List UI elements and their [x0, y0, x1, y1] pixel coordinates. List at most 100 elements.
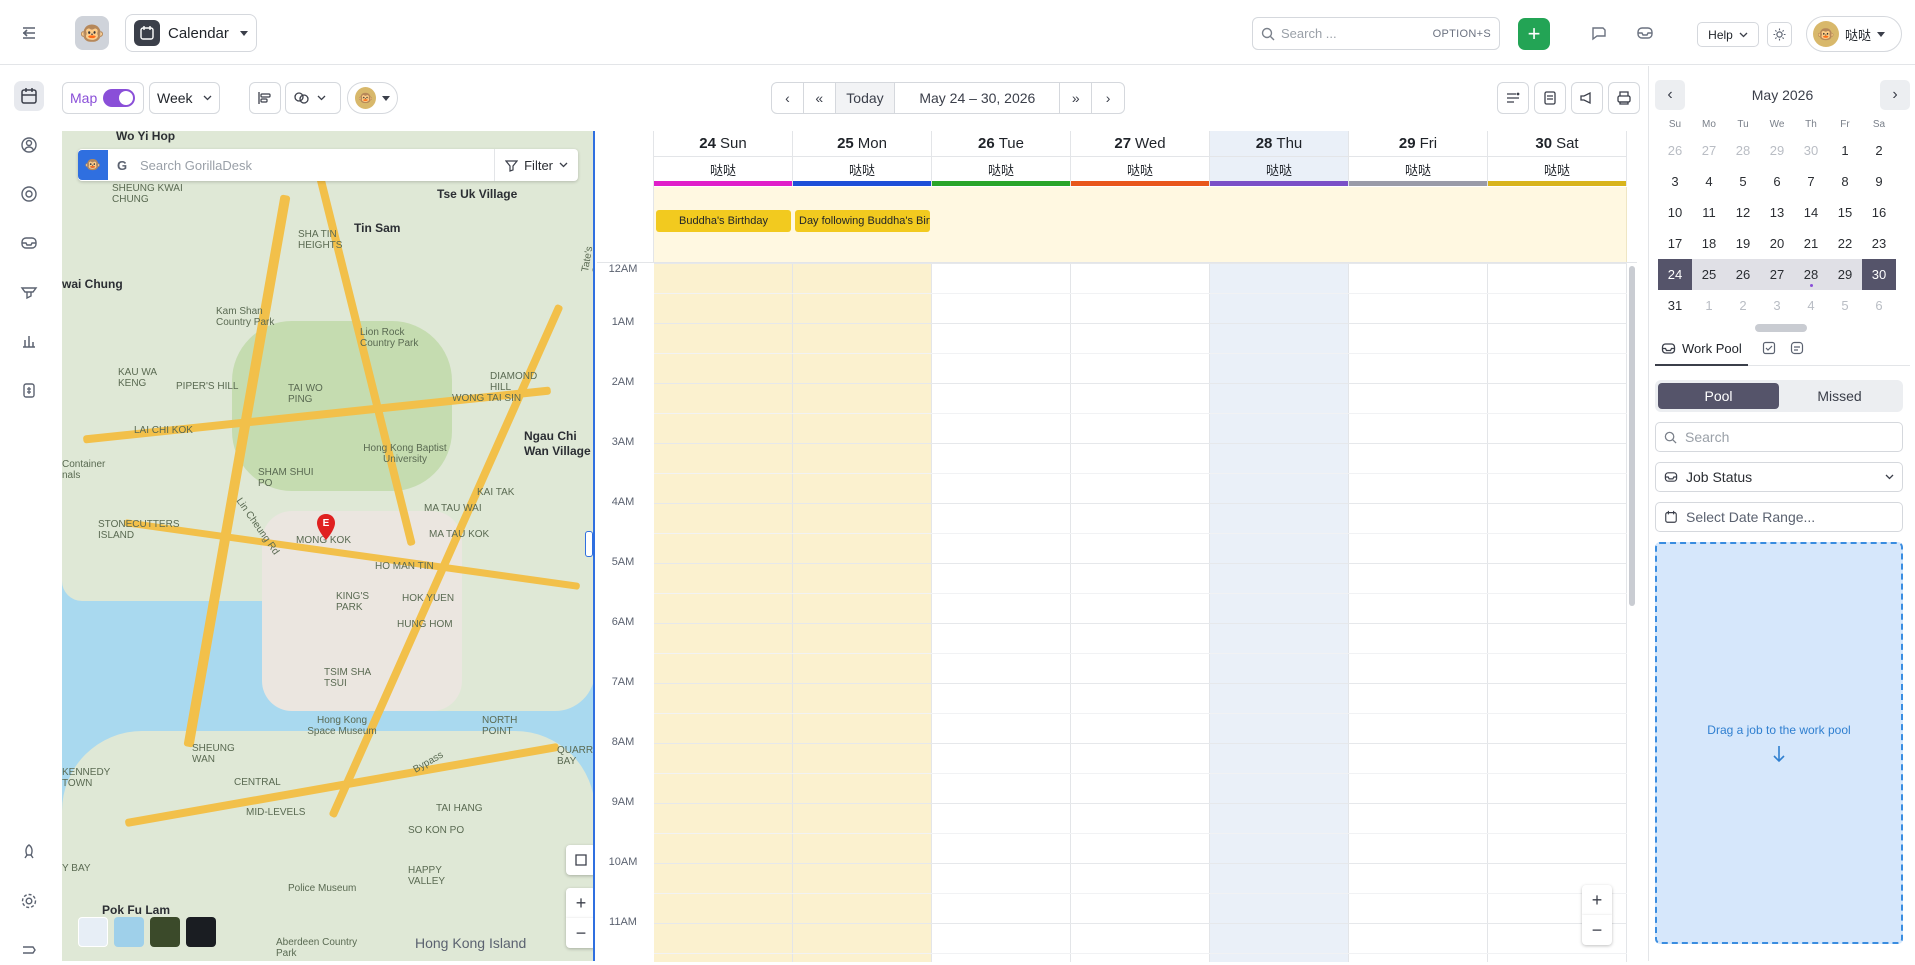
tab-tasks-icon[interactable] [1762, 341, 1776, 358]
mini-calendar-day[interactable]: 20 [1760, 228, 1794, 259]
mini-calendar-day[interactable]: 13 [1760, 197, 1794, 228]
map-style-light-button[interactable] [78, 917, 108, 947]
align-button[interactable] [249, 82, 281, 114]
mini-calendar-day[interactable]: 3 [1658, 166, 1692, 197]
mini-calendar-day[interactable]: 11 [1692, 197, 1726, 228]
map-style-dark-button[interactable] [186, 917, 216, 947]
mini-calendar-day[interactable]: 25 [1692, 259, 1726, 290]
map-style-water-button[interactable] [114, 917, 144, 947]
help-button[interactable]: Help [1697, 22, 1759, 47]
mini-calendar-day[interactable]: 26 [1726, 259, 1760, 290]
date-range-picker[interactable]: Select Date Range... [1655, 502, 1903, 532]
nav-marketing-icon[interactable] [14, 277, 44, 307]
mini-calendar-day[interactable]: 27 [1692, 135, 1726, 166]
mini-calendar-day[interactable]: 4 [1692, 166, 1726, 197]
map-filter-button[interactable]: Filter [494, 149, 578, 181]
map-draw-button[interactable] [566, 845, 593, 875]
nav-inbox-icon[interactable] [14, 228, 44, 258]
mini-calendar-day[interactable]: 29 [1828, 259, 1862, 290]
map-zoom-out-button[interactable]: − [566, 918, 593, 948]
mini-calendar-day[interactable]: 7 [1794, 166, 1828, 197]
mini-calendar-day[interactable]: 3 [1760, 290, 1794, 321]
prev-button[interactable]: ‹ [772, 83, 804, 113]
mini-calendar-day[interactable]: 10 [1658, 197, 1692, 228]
user-menu-button[interactable]: 🐵 哒哒 [1806, 16, 1902, 52]
workpool-search-input[interactable]: Search [1655, 422, 1903, 452]
scrollbar[interactable] [1629, 266, 1635, 606]
messages-icon[interactable] [1586, 20, 1612, 46]
nav-leads-icon[interactable] [14, 179, 44, 209]
mini-calendar-day[interactable]: 30 [1794, 135, 1828, 166]
next-button[interactable]: › [1092, 83, 1124, 113]
resize-handle[interactable] [585, 531, 593, 557]
map-search-bar[interactable]: 🐵 G Search GorillaDesk Filter [78, 149, 578, 181]
day-column[interactable] [793, 263, 932, 962]
mini-calendar-day[interactable]: 26 [1658, 135, 1692, 166]
missed-tab[interactable]: Missed [1779, 383, 1900, 409]
route-button[interactable] [1497, 82, 1529, 114]
mini-calendar-day[interactable]: 28 [1726, 135, 1760, 166]
job-status-select[interactable]: Job Status [1655, 462, 1903, 492]
inbox-icon[interactable] [1632, 20, 1658, 46]
tab-work-pool[interactable]: Work Pool [1655, 334, 1748, 366]
theme-toggle-button[interactable] [1767, 22, 1792, 47]
mini-calendar-day[interactable]: 29 [1760, 135, 1794, 166]
day-header[interactable]: 29 Fri 哒哒 [1349, 131, 1488, 186]
technician-select[interactable]: 🐵 [347, 82, 398, 114]
mini-calendar-day[interactable]: 6 [1862, 290, 1896, 321]
nav-commission-icon[interactable] [14, 375, 44, 405]
mini-calendar-day[interactable]: 2 [1862, 135, 1896, 166]
mini-calendar-day[interactable]: 19 [1726, 228, 1760, 259]
nav-reports-icon[interactable] [14, 326, 44, 356]
day-column[interactable] [654, 263, 793, 962]
mini-calendar-day[interactable]: 30 [1862, 259, 1896, 290]
day-header[interactable]: 30 Sat 哒哒 [1488, 131, 1627, 186]
nav-customers-icon[interactable] [14, 130, 44, 160]
mini-calendar-day[interactable]: 15 [1828, 197, 1862, 228]
add-button[interactable]: + [1518, 18, 1550, 50]
day-header[interactable]: 27 Wed 哒哒 [1071, 131, 1210, 186]
mini-calendar-day[interactable]: 4 [1794, 290, 1828, 321]
toggle-switch[interactable] [103, 89, 136, 107]
day-column-today[interactable] [1210, 263, 1349, 962]
prev-fast-button[interactable]: « [804, 83, 836, 113]
collapse-sidebar-button[interactable] [14, 18, 44, 48]
mini-calendar-day[interactable]: 27 [1760, 259, 1794, 290]
day-column[interactable] [1349, 263, 1488, 962]
day-column[interactable] [1071, 263, 1210, 962]
map-toggle[interactable]: Map [62, 82, 144, 114]
module-select[interactable]: Calendar [125, 14, 257, 52]
day-header[interactable]: 24 Sun 哒哒 [654, 131, 793, 186]
broadcast-button[interactable] [1571, 82, 1603, 114]
day-header-today[interactable]: 28 Thu 哒哒 [1210, 131, 1349, 186]
mini-calendar-day[interactable]: 6 [1760, 166, 1794, 197]
day-column[interactable] [1488, 263, 1627, 962]
day-header[interactable]: 26 Tue 哒哒 [932, 131, 1071, 186]
pool-tab[interactable]: Pool [1658, 383, 1779, 409]
date-range-label[interactable]: May 24 – 30, 2026 [895, 83, 1061, 113]
mini-next-month-button[interactable]: › [1879, 80, 1910, 110]
notes-button[interactable] [1534, 82, 1566, 114]
map-style-satellite-button[interactable] [150, 917, 180, 947]
mini-calendar-day[interactable]: 1 [1692, 290, 1726, 321]
day-header[interactable]: 25 Mon 哒哒 [793, 131, 932, 186]
mini-calendar-day[interactable]: 21 [1794, 228, 1828, 259]
mini-calendar-day[interactable]: 2 [1726, 290, 1760, 321]
view-select[interactable]: Week [149, 82, 220, 114]
mini-calendar-day[interactable]: 22 [1828, 228, 1862, 259]
mini-calendar-day[interactable]: 5 [1726, 166, 1760, 197]
mini-calendar-day[interactable]: 31 [1658, 290, 1692, 321]
day-column[interactable] [932, 263, 1071, 962]
mini-calendar-day[interactable]: 1 [1828, 135, 1862, 166]
mini-calendar-day[interactable]: 18 [1692, 228, 1726, 259]
mini-prev-month-button[interactable]: ‹ [1655, 80, 1685, 110]
map-panel[interactable]: 🐵 G Search GorillaDesk Filter Wo Yi Hop … [62, 131, 595, 961]
calendar-zoom-in-button[interactable]: + [1582, 885, 1612, 915]
mini-calendar-day[interactable]: 14 [1794, 197, 1828, 228]
map-zoom-in-button[interactable]: + [566, 888, 593, 918]
global-search-input[interactable]: Search ... OPTION+S [1252, 17, 1500, 50]
holiday-event[interactable]: Buddha's Birthday [656, 210, 791, 232]
nav-calendar-icon[interactable] [14, 81, 44, 111]
calendar-zoom-out-button[interactable]: − [1582, 915, 1612, 945]
mini-calendar-day[interactable]: 5 [1828, 290, 1862, 321]
